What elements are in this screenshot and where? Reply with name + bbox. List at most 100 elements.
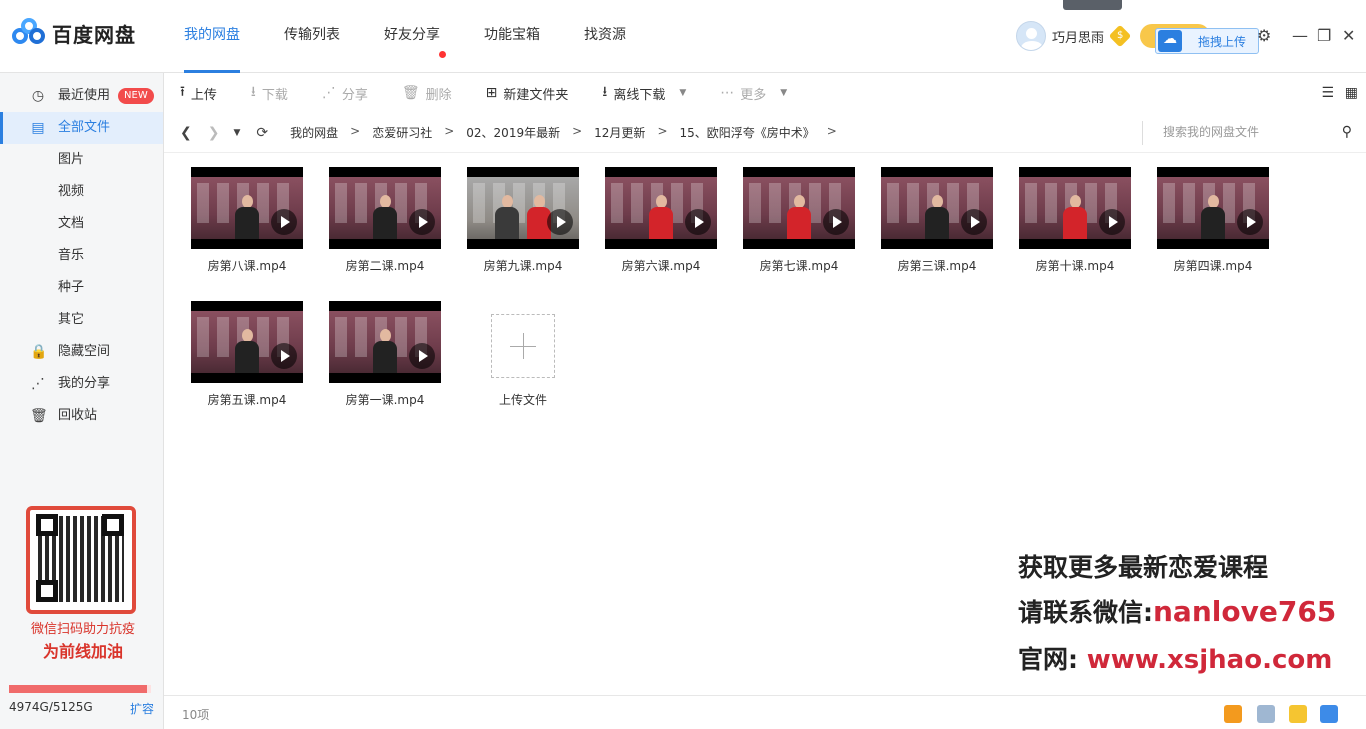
sidebar-item-9[interactable]: ⋰ 我的分享 <box>0 368 163 400</box>
search-icon[interactable]: ⚲ <box>1342 124 1352 140</box>
upload-file-tile[interactable]: 上传文件 <box>458 296 588 416</box>
video-thumbnail[interactable] <box>743 167 855 249</box>
play-icon[interactable] <box>961 209 987 235</box>
video-thumbnail[interactable] <box>605 167 717 249</box>
sidebar-item-5[interactable]: 音乐 <box>0 240 163 272</box>
tab-3[interactable]: 功能宝箱 <box>484 0 540 73</box>
play-icon[interactable] <box>409 209 435 235</box>
upload-button[interactable]: ⭱ 上传 <box>180 81 217 105</box>
play-icon[interactable] <box>823 209 849 235</box>
close-button[interactable]: ✕ <box>1342 26 1355 45</box>
video-thumbnail[interactable] <box>191 301 303 383</box>
breadcrumb-item[interactable]: 12月更新 <box>594 124 645 141</box>
file-name[interactable]: 房第六课.mp4 <box>596 257 726 274</box>
plus-icon[interactable] <box>491 314 555 378</box>
sidebar-item-8[interactable]: 🔒 隐藏空间 <box>0 336 163 368</box>
sort-icon[interactable]: ☰ <box>1321 85 1334 101</box>
user-info[interactable]: 巧月思雨 $ <box>1016 21 1132 51</box>
play-icon[interactable] <box>271 209 297 235</box>
lock-icon[interactable] <box>1320 705 1338 723</box>
tab-2[interactable]: 好友分享 <box>384 0 446 73</box>
file-item[interactable]: 房第十课.mp4 <box>1010 162 1140 282</box>
sidebar-item-6[interactable]: 种子 <box>0 272 163 304</box>
minimize-button[interactable]: — <box>1292 26 1308 45</box>
apps-icon[interactable] <box>1257 705 1275 723</box>
delete-button[interactable]: 🗑 删除 <box>402 84 452 103</box>
file-name[interactable]: 房第三课.mp4 <box>872 257 1002 274</box>
play-icon[interactable] <box>271 343 297 369</box>
play-icon[interactable] <box>1099 209 1125 235</box>
watermark-line-1: 获取更多最新恋爱课程 <box>1018 553 1269 582</box>
tab-1[interactable]: 传输列表 <box>284 0 340 73</box>
back-button[interactable]: ❮ <box>180 125 192 141</box>
search-input[interactable] <box>1161 124 1331 140</box>
sidebar-item-10[interactable]: 🗑 回收站 <box>0 400 163 432</box>
restore-button[interactable]: ❐ <box>1317 26 1331 45</box>
video-thumbnail[interactable] <box>1157 167 1269 249</box>
file-name[interactable]: 房第四课.mp4 <box>1148 257 1278 274</box>
file-name[interactable]: 房第八课.mp4 <box>182 257 312 274</box>
refresh-icon[interactable]: ⟳ <box>256 125 268 141</box>
file-item[interactable]: 房第九课.mp4 <box>458 162 588 282</box>
video-thumbnail[interactable] <box>881 167 993 249</box>
file-name[interactable]: 房第五课.mp4 <box>182 391 312 408</box>
upload-box-icon[interactable] <box>1289 705 1307 723</box>
promo-qr-block[interactable]: 微信扫码助力抗疫 为前线加油 <box>8 498 158 663</box>
play-icon[interactable] <box>547 209 573 235</box>
forward-button[interactable]: ❯ <box>208 125 220 141</box>
settings-icon[interactable]: ⚙ <box>1257 26 1271 45</box>
username[interactable]: 巧月思雨 <box>1052 27 1104 46</box>
video-thumbnail[interactable] <box>329 167 441 249</box>
medal-icon[interactable] <box>1224 705 1242 723</box>
offline-download-button[interactable]: ⭳ 离线下载 ▼ <box>602 81 686 105</box>
file-item[interactable]: 房第四课.mp4 <box>1148 162 1278 282</box>
file-item[interactable]: 房第三课.mp4 <box>872 162 1002 282</box>
chevron-down-icon[interactable]: ▼ <box>780 88 787 98</box>
avatar[interactable] <box>1016 21 1046 51</box>
video-thumbnail[interactable] <box>191 167 303 249</box>
sidebar-item-2[interactable]: 图片 <box>0 144 163 176</box>
breadcrumb-item[interactable]: 我的网盘 <box>290 124 338 141</box>
sidebar-item-3[interactable]: 视频 <box>0 176 163 208</box>
video-thumbnail[interactable] <box>329 301 441 383</box>
file-name[interactable]: 房第二课.mp4 <box>320 257 450 274</box>
person-figure <box>235 329 259 373</box>
coin-icon[interactable]: $ <box>1108 24 1132 48</box>
upload-file-label[interactable]: 上传文件 <box>458 391 588 408</box>
new-folder-button[interactable]: ⊞ 新建文件夹 <box>486 84 569 103</box>
tab-4[interactable]: 找资源 <box>584 0 626 73</box>
file-name[interactable]: 房第一课.mp4 <box>320 391 450 408</box>
file-name[interactable]: 房第九课.mp4 <box>458 257 588 274</box>
share-button[interactable]: ⋰ 分享 <box>322 84 368 103</box>
video-thumbnail[interactable] <box>467 167 579 249</box>
breadcrumb-item[interactable]: 02、2019年最新 <box>466 124 560 141</box>
file-item[interactable]: 房第五课.mp4 <box>182 296 312 416</box>
drag-upload-button[interactable]: 拖拽上传 <box>1155 28 1259 54</box>
file-name[interactable]: 房第十课.mp4 <box>1010 257 1140 274</box>
tab-0[interactable]: 我的网盘 <box>184 0 240 73</box>
more-button[interactable]: ⋯ 更多 ▼ <box>720 84 787 103</box>
sidebar-item-1[interactable]: ▤ 全部文件 <box>0 112 163 144</box>
file-item[interactable]: 房第一课.mp4 <box>320 296 450 416</box>
file-name[interactable]: 房第七课.mp4 <box>734 257 864 274</box>
sidebar-item-4[interactable]: 文档 <box>0 208 163 240</box>
file-item[interactable]: 房第七课.mp4 <box>734 162 864 282</box>
file-item[interactable]: 房第六课.mp4 <box>596 162 726 282</box>
play-icon[interactable] <box>1237 209 1263 235</box>
file-item[interactable]: 房第二课.mp4 <box>320 162 450 282</box>
video-thumbnail[interactable] <box>1019 167 1131 249</box>
download-button[interactable]: ⭳ 下载 <box>251 81 288 105</box>
sidebar-item-0[interactable]: ◷ 最近使用 NEW <box>0 80 163 112</box>
history-dropdown-icon[interactable]: ▼ <box>233 128 240 138</box>
app-logo[interactable]: 百度网盘 <box>12 18 136 48</box>
breadcrumb-item[interactable]: 恋爱研习社 <box>372 124 432 141</box>
file-item[interactable]: 房第八课.mp4 <box>182 162 312 282</box>
grid-view-icon[interactable]: ▦ <box>1345 85 1358 101</box>
play-icon[interactable] <box>685 209 711 235</box>
floating-window-handle[interactable] <box>1063 0 1122 10</box>
chevron-down-icon[interactable]: ▼ <box>679 88 686 98</box>
sidebar-item-7[interactable]: 其它 <box>0 304 163 336</box>
breadcrumb-item[interactable]: 15、欧阳浮夸《房中术》 <box>680 124 815 141</box>
play-icon[interactable] <box>409 343 435 369</box>
expand-storage-link[interactable]: 扩容 <box>130 700 154 717</box>
